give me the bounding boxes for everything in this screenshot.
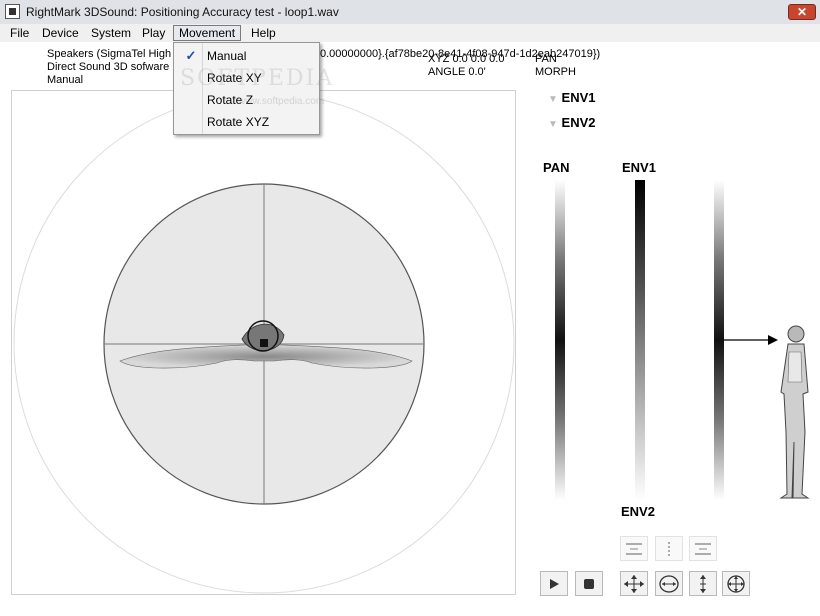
stop-button[interactable] bbox=[575, 571, 603, 596]
env2-selector[interactable]: ▼ ENV2 bbox=[548, 115, 596, 130]
rotate-xyz-button[interactable] bbox=[722, 571, 750, 596]
pan-readout-label: PAN bbox=[535, 53, 557, 65]
align-top-button[interactable] bbox=[620, 536, 648, 561]
check-icon: ✓ bbox=[185, 48, 197, 63]
move-z-button[interactable] bbox=[689, 571, 717, 596]
angle-readout: ANGLE 0.0' bbox=[428, 66, 486, 78]
watermark-url: www.softpedia.com bbox=[238, 96, 325, 107]
triangle-down-icon: ▼ bbox=[548, 119, 558, 130]
device-info-line2: Direct Sound 3D sofware bbox=[47, 61, 170, 73]
align-top-icon bbox=[626, 542, 642, 555]
triangle-down-icon: ▼ bbox=[548, 94, 558, 105]
watermark: SOFTPEDIA bbox=[180, 66, 335, 91]
device-info-line1: Speakers (SigmaTel High D bbox=[47, 48, 183, 60]
menu-item-label: Rotate XYZ bbox=[207, 115, 270, 129]
menu-bar: File Device System Play Movement Help bbox=[0, 24, 820, 42]
title-bar: RightMark 3DSound: Positioning Accuracy … bbox=[0, 0, 820, 25]
menu-system[interactable]: System bbox=[86, 25, 136, 41]
menu-help[interactable]: Help bbox=[246, 25, 281, 41]
positioning-canvas[interactable] bbox=[11, 90, 516, 595]
morph-readout-label: MORPH bbox=[535, 66, 576, 78]
sound-source-dot bbox=[260, 339, 268, 347]
menu-play[interactable]: Play bbox=[137, 25, 170, 41]
env2-bar-label: ENV2 bbox=[621, 504, 655, 519]
rotate-xy-icon bbox=[659, 574, 679, 593]
env1-bar-label: ENV1 bbox=[622, 160, 656, 175]
menu-file[interactable]: File bbox=[5, 25, 34, 41]
movement-mode-text: Manual bbox=[47, 74, 84, 86]
play-button[interactable] bbox=[540, 571, 568, 596]
rotate-xy-button[interactable] bbox=[655, 571, 683, 596]
env2-label: ENV2 bbox=[561, 115, 596, 130]
align-bottom-icon bbox=[695, 542, 711, 555]
env1-label: ENV1 bbox=[561, 90, 596, 105]
env-morph-slider[interactable] bbox=[635, 180, 645, 500]
app-icon bbox=[5, 4, 20, 19]
move-xy-button[interactable] bbox=[620, 571, 648, 596]
menu-device[interactable]: Device bbox=[37, 25, 84, 41]
align-bottom-button[interactable] bbox=[689, 536, 717, 561]
menu-item-manual[interactable]: ✓ Manual bbox=[174, 45, 319, 67]
xyz-readout: XYZ 0.0 0.0 0.0 bbox=[428, 53, 505, 65]
rotate-xyz-icon bbox=[727, 574, 745, 593]
pan-slider[interactable] bbox=[555, 180, 565, 500]
height-arrow bbox=[724, 335, 778, 345]
pan-bar-label: PAN bbox=[543, 160, 570, 175]
menu-item-label: Manual bbox=[207, 49, 247, 63]
align-middle-icon bbox=[668, 541, 670, 556]
positioning-field bbox=[13, 92, 515, 594]
align-middle-button[interactable] bbox=[655, 536, 683, 561]
play-icon bbox=[550, 578, 559, 589]
menu-movement[interactable]: Movement bbox=[173, 25, 242, 41]
move-xy-icon bbox=[624, 574, 644, 593]
close-button[interactable]: ✕ bbox=[788, 4, 816, 20]
window-title: RightMark 3DSound: Positioning Accuracy … bbox=[26, 5, 339, 19]
move-z-icon bbox=[700, 574, 706, 593]
env1-selector[interactable]: ▼ ENV1 bbox=[548, 90, 596, 105]
stop-icon bbox=[584, 578, 594, 589]
menu-item-rotate-xyz[interactable]: Rotate XYZ bbox=[174, 111, 319, 133]
human-figure-icon bbox=[779, 325, 810, 499]
